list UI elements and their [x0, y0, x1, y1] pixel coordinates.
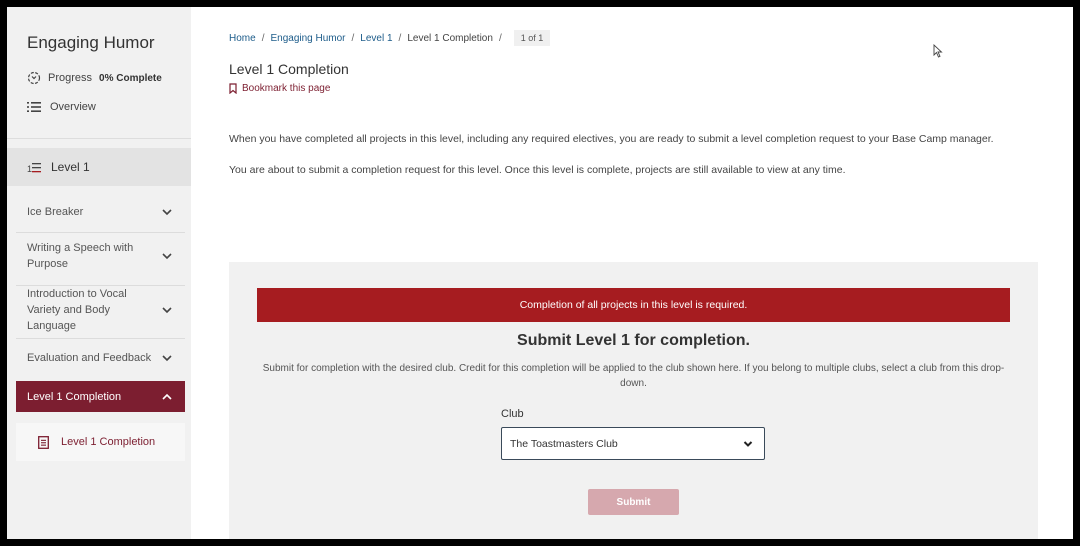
level-label: Level 1: [51, 160, 90, 174]
level-header[interactable]: 1 Level 1: [7, 148, 191, 186]
instruction-text: When you have completed all projects in …: [229, 133, 994, 145]
required-alert: Completion of all projects in this level…: [257, 288, 1010, 322]
breadcrumb: Home / Engaging Humor / Level 1 / Level …: [229, 30, 551, 46]
sidebar-item-label: Writing a Speech with Purpose: [27, 242, 134, 270]
overview-link[interactable]: Overview: [27, 101, 96, 113]
sidebar-item-label: Introduction to Vocal Variety and Body L…: [27, 288, 127, 332]
completion-panel: Completion of all projects in this level…: [229, 262, 1038, 539]
progress-label: Progress: [48, 72, 93, 84]
breadcrumb-home[interactable]: Home: [229, 33, 256, 44]
bookmark-icon: [229, 83, 237, 94]
sidebar-item-evaluation[interactable]: Evaluation and Feedback: [16, 344, 185, 372]
document-icon: [38, 435, 49, 449]
chevron-down-icon: [162, 253, 172, 260]
course-title: Engaging Humor: [27, 33, 155, 52]
page-title: Level 1 Completion: [229, 61, 349, 77]
bookmark-label: Bookmark this page: [242, 83, 331, 94]
progress-row: Progress 0% Complete: [27, 71, 162, 85]
breadcrumb-course[interactable]: Engaging Humor: [270, 33, 345, 44]
sidebar-item-level-completion[interactable]: Level 1 Completion: [16, 381, 185, 412]
chevron-down-icon: [162, 209, 172, 216]
club-label: Club: [501, 408, 524, 420]
sidebar-separator: [16, 338, 185, 339]
numbered-list-icon: 1: [27, 163, 41, 174]
app-frame: Engaging Humor Progress 0% Complete Over…: [7, 7, 1073, 539]
breadcrumb-separator: /: [398, 32, 402, 44]
sidebar: Engaging Humor Progress 0% Complete Over…: [7, 7, 191, 539]
breadcrumb-separator: /: [261, 32, 265, 44]
sidebar-subitem-level-completion[interactable]: Level 1 Completion: [16, 423, 185, 461]
progress-value: 0% Complete: [99, 72, 162, 84]
svg-text:1: 1: [27, 164, 32, 174]
sidebar-subitem-label: Level 1 Completion: [61, 436, 156, 448]
sidebar-item-writing-speech[interactable]: Writing a Speech with Purpose: [16, 237, 185, 275]
list-icon: [27, 102, 41, 112]
sidebar-item-label: Level 1 Completion: [27, 390, 122, 403]
sidebar-item-ice-breaker[interactable]: Ice Breaker: [16, 199, 185, 225]
progress-icon: [27, 71, 41, 85]
sidebar-divider: [7, 138, 191, 139]
bookmark-link[interactable]: Bookmark this page: [229, 83, 330, 94]
club-select-value: The Toastmasters Club: [510, 437, 618, 450]
submit-heading: Submit Level 1 for completion.: [517, 332, 750, 349]
page-counter: 1 of 1: [513, 30, 551, 46]
mouse-cursor-icon: [933, 44, 943, 58]
notice-text: You are about to submit a completion req…: [229, 164, 846, 176]
breadcrumb-level[interactable]: Level 1: [360, 33, 392, 44]
chevron-down-icon: [162, 355, 172, 362]
breadcrumb-current: Level 1 Completion: [407, 32, 493, 44]
chevron-down-icon: [162, 307, 172, 314]
submit-description: Submit for completion with the desired c…: [262, 363, 1005, 389]
sidebar-item-label: Evaluation and Feedback: [27, 352, 152, 364]
chevron-up-icon: [162, 393, 172, 400]
club-select[interactable]: The Toastmasters Club: [501, 427, 765, 460]
breadcrumb-separator: /: [498, 32, 502, 44]
overview-label: Overview: [50, 101, 96, 113]
submit-button[interactable]: Submit: [588, 489, 679, 515]
sidebar-item-vocal-variety[interactable]: Introduction to Vocal Variety and Body L…: [16, 288, 185, 332]
breadcrumb-separator: /: [351, 32, 355, 44]
sidebar-separator: [16, 232, 185, 233]
chevron-down-icon: [743, 440, 753, 447]
sidebar-item-label: Ice Breaker: [27, 206, 84, 218]
